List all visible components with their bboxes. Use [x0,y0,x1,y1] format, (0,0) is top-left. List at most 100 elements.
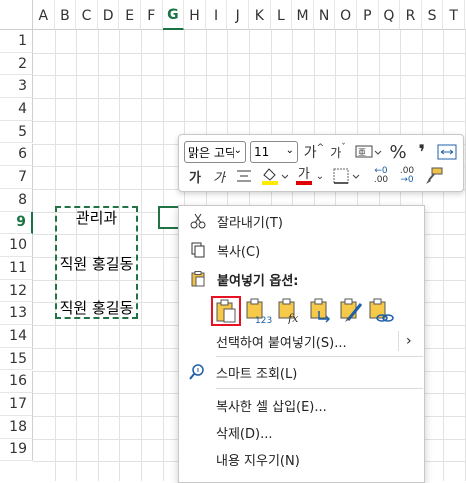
arrow-right-icon: →0 [400,175,414,185]
row-header-6[interactable]: 6 [0,143,33,167]
paste-link-button[interactable] [366,296,396,326]
borders-button[interactable] [331,166,361,186]
percent-style-button[interactable]: % [387,141,409,163]
row-header-3[interactable]: 3 [0,75,33,99]
column-header-a[interactable]: A [33,0,55,30]
menu-item-paste-special[interactable]: 선택하여 붙여넣기(S)... › [178,328,423,354]
increase-decimal-icon: .00 [373,175,389,185]
row-header-2[interactable]: 2 [0,52,33,76]
cell-b11[interactable]: 직원 홍길동 [55,252,138,275]
format-painter-button[interactable] [423,166,445,186]
column-header-c[interactable]: C [76,0,98,30]
increase-decimal-button[interactable]: ←0 .00 [369,166,393,186]
comma-style-button[interactable]: ❜ [412,140,432,164]
paste-formulas-subscript: fx [287,312,299,324]
font-name-select[interactable]: 맑은 고딕 ⌄ [184,141,246,163]
row-header-11[interactable]: 11 [0,257,33,280]
fill-color-button[interactable] [259,166,289,186]
column-header-d[interactable]: D [97,0,120,30]
paste-values-icon: 123 [246,298,272,324]
bold-button[interactable]: 가 [185,166,205,186]
menu-item-label: 복사한 셀 삽입(E)... [216,399,327,415]
column-header-r[interactable]: R [400,0,422,30]
merge-center-button[interactable] [436,141,458,163]
scissors-icon [189,212,207,230]
bold-icon: 가 [189,170,201,186]
menu-item-cut[interactable]: 잘라내기(T) [179,208,424,234]
row-header-17[interactable]: 17 [0,393,33,416]
paste-values-button[interactable]: 123 [244,296,274,326]
copy-icon [189,241,207,259]
menu-item-label: 스마트 조회(L) [216,366,298,382]
paste-formulas-button[interactable]: fx [276,296,306,326]
align-center-button[interactable] [233,166,255,186]
cell-b9[interactable]: 관리과 [55,206,138,229]
chevron-down-icon: ⌄ [315,170,325,182]
paste-formulas-icon: fx [278,298,299,324]
menu-item-delete[interactable]: 삭제(D)... [178,419,423,445]
column-header-k[interactable]: K [249,0,271,30]
grow-font-button[interactable]: 가 ^ [303,141,325,163]
row-header-7[interactable]: 7 [0,166,33,189]
column-header-n[interactable]: N [313,0,336,30]
column-header-s[interactable]: S [421,0,444,30]
decrease-decimal-button[interactable]: .00 →0 [395,166,419,186]
column-header-f[interactable]: F [141,0,163,30]
shrink-font-button[interactable]: 가ˇ [327,141,349,163]
row-header-15[interactable]: 15 [0,347,33,371]
row-header-5[interactable]: 5 [0,120,33,144]
row-header-4[interactable]: 4 [0,98,33,121]
mini-toolbar: 맑은 고딕 ⌄ 11 ⌄ 가 ^ 가ˇ 亜 % ❜ 가 가 가 ⌄ ←0 .00… [178,134,464,192]
column-header-q[interactable]: Q [378,0,401,30]
row-header-18[interactable]: 18 [0,415,33,439]
row-header-10[interactable]: 10 [0,234,33,257]
row-header-16[interactable]: 16 [0,370,33,394]
row-header-9[interactable]: 9 [0,211,33,235]
paste-formatting-button[interactable] [337,296,367,326]
row-header-8[interactable]: 8 [0,188,33,212]
grid-line [33,120,466,122]
menu-item-insert-copied-cells[interactable]: 복사한 셀 삽입(E)... [178,392,423,418]
column-header-h[interactable]: H [184,0,206,30]
grid-line [33,52,466,54]
row-header-19[interactable]: 19 [0,438,33,462]
phonetic-guide-button[interactable]: 亜 [353,141,383,163]
row-header-12[interactable]: 12 [0,279,33,303]
column-header-t[interactable]: T [443,0,465,30]
paste-transpose-button[interactable] [307,296,337,326]
menu-item-label: 복사(C) [217,244,261,260]
font-color-button[interactable]: 가 ⌄ [294,166,326,186]
cell-b13[interactable]: 직원 홍길동 [55,296,138,319]
italic-button[interactable]: 가 [209,166,229,186]
align-center-icon [237,170,251,182]
column-header-b[interactable]: B [54,0,77,30]
column-header-m[interactable]: M [292,0,314,30]
column-header-e[interactable]: E [119,0,141,30]
column-header-l[interactable]: L [270,0,293,30]
font-size-select[interactable]: 11 ⌄ [250,141,298,163]
menu-item-label: 삭제(D)... [216,426,273,442]
shrink-font-icon: 가 [330,145,342,160]
grid-line [33,75,466,77]
grow-font-icon: 가 [303,145,317,161]
smart-lookup-icon [188,363,206,381]
menu-item-clear-contents[interactable]: 내용 지우기(N) [178,446,423,472]
column-header-o[interactable]: O [335,0,357,30]
column-header-i[interactable]: I [205,0,228,30]
menu-item-smart-lookup[interactable]: 스마트 조회(L) [178,359,423,385]
paste-button[interactable] [211,296,241,326]
column-header-p[interactable]: P [357,0,379,30]
font-size-value: 11 [254,145,270,159]
row-header-14[interactable]: 14 [0,325,33,348]
chevron-right-icon: › [406,333,412,349]
paste-icon [216,299,236,323]
row-header-13[interactable]: 13 [0,302,33,326]
menu-item-copy[interactable]: 복사(C) [179,237,424,263]
row-header-1[interactable]: 1 [0,30,33,53]
column-header-g[interactable]: G [162,0,185,30]
column-header-j[interactable]: J [227,0,249,30]
borders-icon [333,168,360,184]
menu-item-paste-options: 붙여넣기 옵션: [179,266,424,292]
select-all-corner[interactable] [0,0,33,30]
clipboard-icon [189,270,207,288]
